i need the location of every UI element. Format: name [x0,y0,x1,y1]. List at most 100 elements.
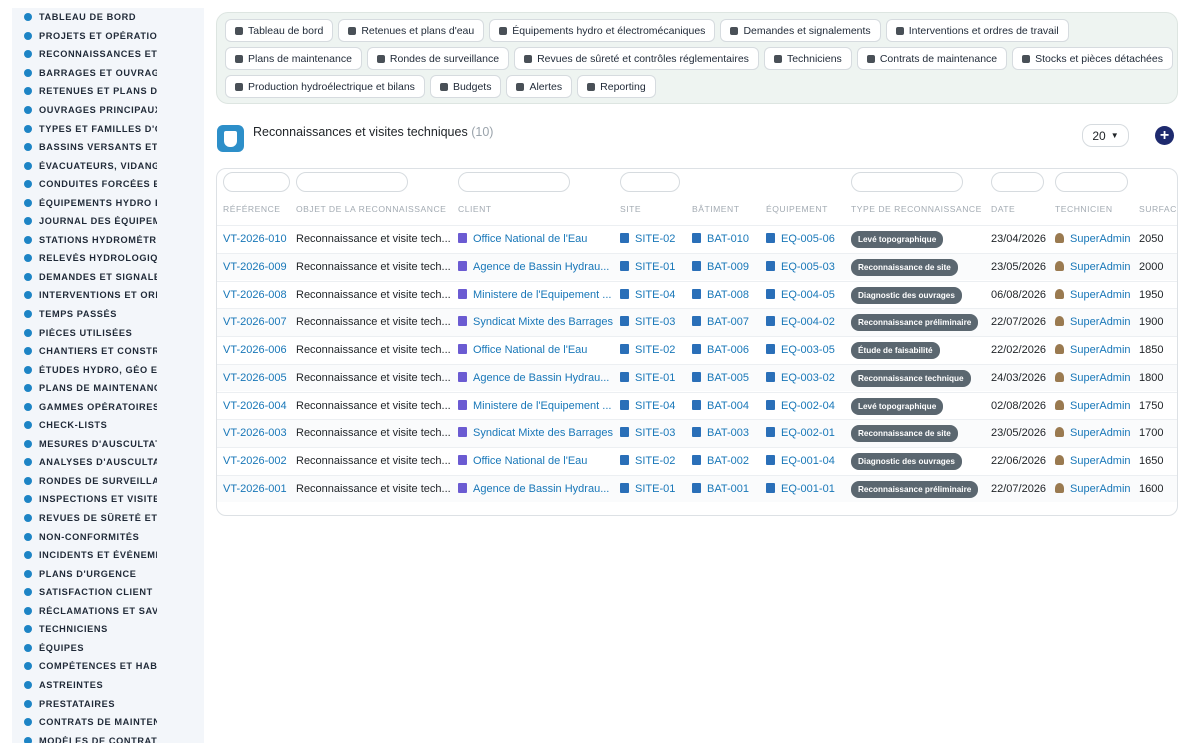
table-row[interactable]: VT-2026-005 Reconnaissance et visite tech… [217,363,1177,392]
sidebar-item[interactable]: TYPES ET FAMILLES D'OU [12,119,204,138]
sidebar-item[interactable]: BASSINS VERSANTS ET A [12,138,204,157]
technicien-link[interactable]: SuperAdmin [1055,455,1135,467]
reference-link[interactable]: VT-2026-007 [223,316,293,328]
table-row[interactable]: VT-2026-003 Reconnaissance et visite tech… [217,419,1177,447]
sidebar-item[interactable]: STATIONS HYDROMÉTRIC [12,231,204,250]
column-header[interactable]: DATE [991,204,1015,214]
sidebar-item[interactable]: INSPECTIONS ET VISITES [12,490,204,509]
sidebar-item[interactable]: NON-CONFORMITÉS [12,527,204,546]
reference-link[interactable]: VT-2026-002 [223,455,293,467]
column-header[interactable]: CLIENT [458,204,492,214]
client-link[interactable]: Agence de Bassin Hydrau... [458,260,613,273]
nav-button[interactable]: Tableau de bord [225,19,334,42]
site-link[interactable]: SITE-02 [620,233,688,245]
sidebar-item[interactable]: DEMANDES ET SIGNALEM [12,268,204,287]
sidebar-item[interactable]: CHANTIERS ET CONSTRU [12,342,204,361]
sidebar-item[interactable]: MESURES D'AUSCULTATI [12,435,204,454]
client-link[interactable]: Ministere de l'Equipement ... [458,288,613,301]
sidebar-item[interactable]: TEMPS PASSÉS [12,305,204,324]
sidebar-item[interactable]: CONTRATS DE MAINTENA [12,713,204,732]
sidebar-item[interactable]: CONDUITES FORCÉES ET [12,175,204,194]
table-row[interactable]: VT-2026-009 Reconnaissance et visite tech… [217,252,1177,281]
column-header[interactable]: BÂTIMENT [692,204,739,214]
sidebar-item[interactable]: RETENUES ET PLANS D'E [12,82,204,101]
sidebar-item[interactable]: PLANS D'URGENCE [12,564,204,583]
site-link[interactable]: SITE-01 [620,482,688,495]
client-link[interactable]: Office National de l'Eau [458,344,613,356]
sidebar-item[interactable]: MODÈLES DE CONTRATS [12,731,204,743]
sidebar-item[interactable]: TABLEAU DE BORD [12,8,204,27]
sidebar-item[interactable]: ÉVACUATEURS, VIDANGE [12,156,204,175]
equipement-link[interactable]: EQ-002-01 [766,427,848,439]
reference-link[interactable]: VT-2026-001 [223,483,293,495]
nav-button[interactable]: Plans de maintenance [225,47,362,70]
column-filter-input[interactable] [296,172,408,192]
equipement-link[interactable]: EQ-003-05 [766,344,848,356]
sidebar-item[interactable]: ÉTUDES HYDRO, GÉO ET [12,360,204,379]
column-header[interactable]: TECHNICIEN [1055,204,1113,214]
nav-button[interactable]: Production hydroélectrique et bilans [225,75,425,98]
equipement-link[interactable]: EQ-001-04 [766,455,848,467]
client-link[interactable]: Office National de l'Eau [458,233,613,245]
reference-link[interactable]: VT-2026-003 [223,427,293,439]
client-link[interactable]: Agence de Bassin Hydrau... [458,482,613,495]
sidebar-item[interactable]: PROJETS ET OPÉRATION [12,27,204,46]
site-link[interactable]: SITE-01 [620,371,688,384]
batiment-link[interactable]: BAT-003 [692,427,762,439]
table-row[interactable]: VT-2026-001 Reconnaissance et visite tech… [217,474,1177,503]
equipement-link[interactable]: EQ-005-03 [766,260,848,273]
table-row[interactable]: VT-2026-002 Reconnaissance et visite tech… [217,447,1177,475]
client-link[interactable]: Syndicat Mixte des Barrages [458,427,613,439]
batiment-link[interactable]: BAT-006 [692,344,762,356]
batiment-link[interactable]: BAT-009 [692,260,762,273]
column-filter-input[interactable] [458,172,570,192]
batiment-link[interactable]: BAT-005 [692,371,762,384]
equipement-link[interactable]: EQ-004-05 [766,288,848,301]
add-button[interactable]: + [1155,126,1174,145]
sidebar-item[interactable]: COMPÉTENCES ET HABIL [12,657,204,676]
client-link[interactable]: Agence de Bassin Hydrau... [458,371,613,384]
sidebar-item[interactable]: ÉQUIPEMENTS HYDRO ET [12,193,204,212]
sidebar-item[interactable]: JOURNAL DES ÉQUIPEME [12,212,204,231]
sidebar-item[interactable]: PLANS DE MAINTENANCE [12,379,204,398]
column-filter-input[interactable] [851,172,963,192]
nav-button[interactable]: Techniciens [763,47,852,70]
technicien-link[interactable]: SuperAdmin [1055,427,1135,439]
site-link[interactable]: SITE-01 [620,260,688,273]
client-link[interactable]: Syndicat Mixte des Barrages [458,316,613,328]
reference-link[interactable]: VT-2026-008 [223,289,293,301]
column-filter-input[interactable] [223,172,290,192]
sidebar-item[interactable]: TECHNICIENS [12,620,204,639]
technicien-link[interactable]: SuperAdmin [1055,233,1135,245]
technicien-link[interactable]: SuperAdmin [1055,371,1135,384]
reference-link[interactable]: VT-2026-010 [223,233,293,245]
nav-button[interactable]: Demandes et signalements [720,19,881,42]
batiment-link[interactable]: BAT-002 [692,455,762,467]
nav-button[interactable]: Retenues et plans d'eau [338,19,485,42]
sidebar-item[interactable]: RÉCLAMATIONS ET SAV [12,602,204,621]
sidebar-item[interactable]: ÉQUIPES [12,639,204,658]
nav-button[interactable]: Alertes [506,75,573,98]
sidebar-item[interactable]: INTERVENTIONS ET ORDI [12,286,204,305]
reference-link[interactable]: VT-2026-005 [223,372,293,384]
sidebar-item[interactable]: RECONNAISSANCES ET V [12,45,204,64]
equipement-link[interactable]: EQ-003-02 [766,371,848,384]
site-link[interactable]: SITE-02 [620,344,688,356]
batiment-link[interactable]: BAT-010 [692,233,762,245]
table-row[interactable]: VT-2026-006 Reconnaissance et visite tech… [217,336,1177,364]
equipement-link[interactable]: EQ-004-02 [766,316,848,328]
column-filter-input[interactable] [1055,172,1128,192]
site-link[interactable]: SITE-04 [620,399,688,412]
table-row[interactable]: VT-2026-004 Reconnaissance et visite tech… [217,391,1177,420]
sidebar-item[interactable]: RELEVÉS HYDROLOGIQU [12,249,204,268]
nav-button[interactable]: Rondes de surveillance [366,47,510,70]
column-filter-input[interactable] [991,172,1044,192]
batiment-link[interactable]: BAT-004 [692,399,762,412]
column-header[interactable]: RÉFÉRENCE [223,204,281,214]
site-link[interactable]: SITE-02 [620,455,688,467]
nav-button[interactable]: Équipements hydro et électromécaniques [489,19,716,42]
technicien-link[interactable]: SuperAdmin [1055,316,1135,328]
client-link[interactable]: Ministere de l'Equipement ... [458,399,613,412]
column-header[interactable]: SURFACE [1139,204,1177,214]
nav-button[interactable]: Budgets [429,75,502,98]
